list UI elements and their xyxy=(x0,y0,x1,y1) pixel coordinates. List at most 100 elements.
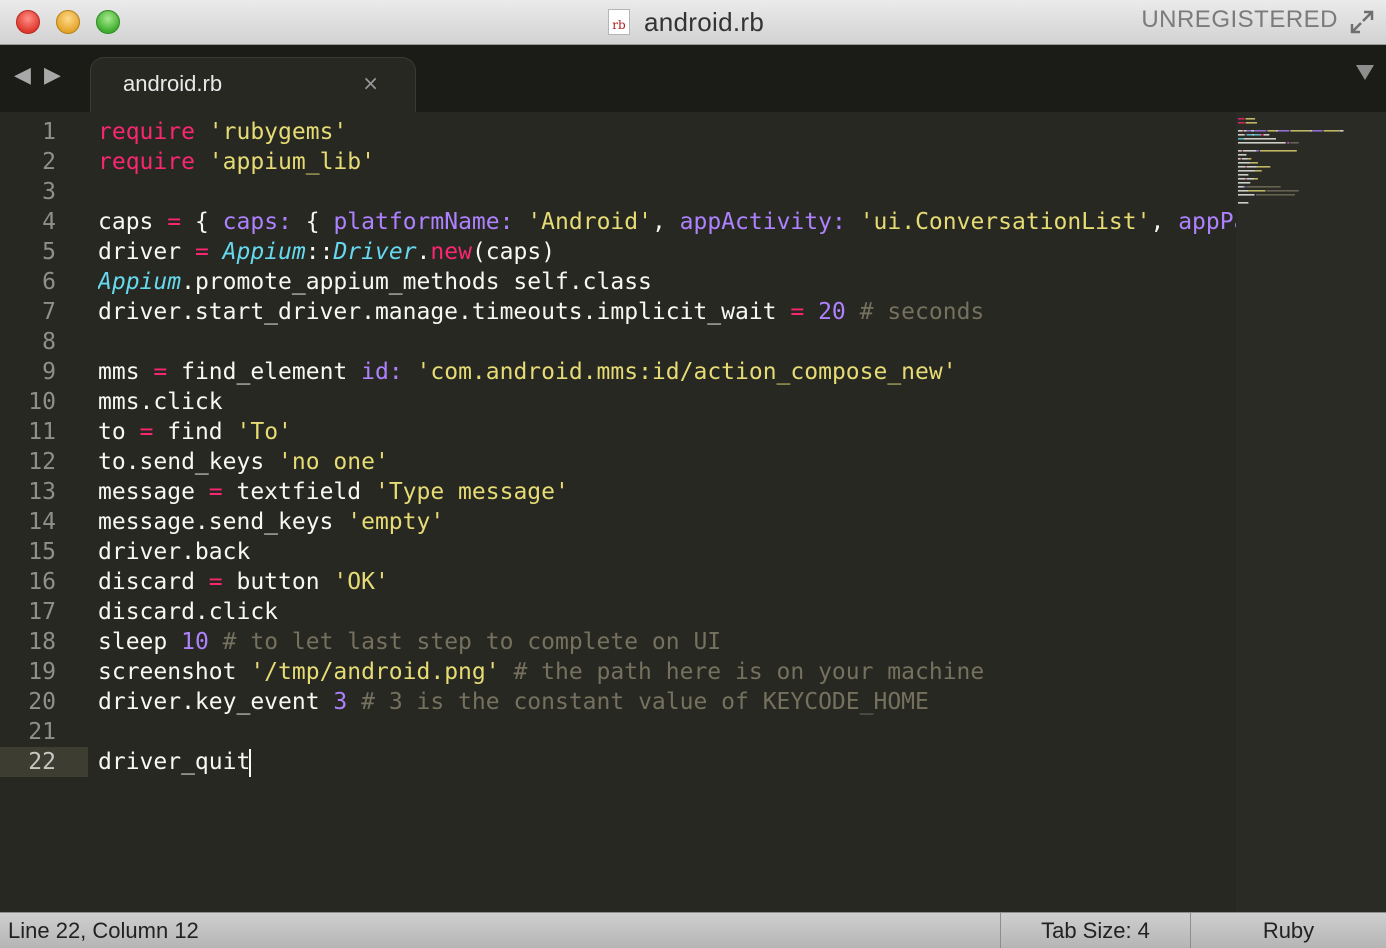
minimap-mark xyxy=(1246,186,1281,188)
code-line[interactable]: require 'rubygems' xyxy=(98,117,1236,147)
minimap[interactable] xyxy=(1236,112,1386,912)
code-line[interactable]: to = find 'To' xyxy=(98,417,1236,447)
code-line[interactable]: driver.back xyxy=(98,537,1236,567)
minimap-mark xyxy=(1276,130,1278,132)
code-line[interactable]: discard = button 'OK' xyxy=(98,567,1236,597)
minimap-mark xyxy=(1246,166,1257,168)
code-token: screenshot xyxy=(98,659,251,685)
tab-back-icon[interactable]: ◀ xyxy=(14,63,31,88)
code-line[interactable]: Appium.promote_appium_methods self.class xyxy=(98,267,1236,297)
minimap-mark xyxy=(1238,138,1244,140)
line-number: 10 xyxy=(28,389,56,415)
minimap-preview xyxy=(1238,118,1344,204)
line-number: 11 xyxy=(28,419,56,445)
minimap-mark xyxy=(1238,174,1249,176)
code-editor[interactable]: 1 2 3 4 5 6 7 8 9 10 11 12 13 14 15 16 17 18 19 20 21 22 requ… xyxy=(0,112,1386,912)
chevron-down-icon[interactable] xyxy=(1356,65,1374,80)
minimap-mark xyxy=(1245,118,1256,120)
code-token: driver.start_driver.manage.timeouts.impl… xyxy=(98,299,791,325)
cursor-position: Line 22, Column 12 xyxy=(8,918,199,943)
code-line[interactable]: message = textfield 'Type message' xyxy=(98,477,1236,507)
minimap-mark xyxy=(1250,162,1258,164)
line-number: 7 xyxy=(42,299,56,325)
minimap-mark xyxy=(1254,130,1267,132)
minimap-mark xyxy=(1245,122,1257,124)
minimize-window-icon[interactable] xyxy=(56,10,80,34)
syntax-selector[interactable]: Ruby xyxy=(1190,913,1386,948)
code-token: find xyxy=(153,419,237,445)
minimap-mark xyxy=(1238,162,1251,164)
code-line[interactable]: discard.click xyxy=(98,597,1236,627)
tab-size-selector[interactable]: Tab Size: 4 xyxy=(1000,913,1190,948)
line-number: 9 xyxy=(42,359,56,385)
tab-close-icon[interactable]: × xyxy=(362,71,379,95)
code-line[interactable]: message.send_keys 'empty' xyxy=(98,507,1236,537)
line-number: 5 xyxy=(42,239,56,265)
title-bar: rb android.rb UNREGISTERED xyxy=(0,0,1386,45)
code-line[interactable] xyxy=(98,327,1236,357)
code-token: (caps) xyxy=(471,239,556,265)
ruby-file-icon: rb xyxy=(608,9,630,35)
code-token: , xyxy=(1150,209,1179,235)
code-token: = xyxy=(208,569,223,595)
code-line[interactable]: screenshot '/tmp/android.png' # the path… xyxy=(98,657,1236,687)
minimap-mark xyxy=(1252,134,1255,136)
code-line[interactable]: driver.start_driver.manage.timeouts.impl… xyxy=(98,297,1236,327)
minimap-mark xyxy=(1246,134,1253,136)
text-cursor xyxy=(249,748,252,777)
code-line[interactable]: to.send_keys 'no one' xyxy=(98,447,1236,477)
code-line[interactable]: require 'appium_lib' xyxy=(98,147,1236,177)
code-token: 'rubygems' xyxy=(208,119,348,145)
minimap-mark xyxy=(1287,142,1290,144)
code-line[interactable]: caps = { caps: { platformName: 'Android'… xyxy=(98,207,1236,237)
code-line[interactable] xyxy=(98,177,1236,207)
status-bar: Line 22, Column 12 Tab Size: 4 Ruby xyxy=(0,912,1386,948)
line-number: 2 xyxy=(42,149,56,175)
code-line[interactable]: sleep 10 # to let last step to complete … xyxy=(98,627,1236,657)
minimap-mark xyxy=(1238,142,1286,144)
line-number: 14 xyxy=(28,509,56,535)
minimap-mark xyxy=(1238,118,1245,120)
minimap-mark xyxy=(1266,190,1299,192)
code-line[interactable]: driver_quit xyxy=(98,747,1236,777)
code-token: id: xyxy=(361,359,403,385)
code-line[interactable] xyxy=(98,717,1236,747)
minimap-mark xyxy=(1238,178,1246,180)
line-number: 20 xyxy=(28,689,56,715)
close-window-icon[interactable] xyxy=(16,10,40,34)
code-token: 3 xyxy=(333,689,348,715)
minimap-mark xyxy=(1290,142,1299,144)
code-line[interactable]: driver = Appium::Driver.new(caps) xyxy=(98,237,1236,267)
code-line[interactable]: driver.key_event 3 # 3 is the constant v… xyxy=(98,687,1236,717)
tab-android-rb[interactable]: android.rb × xyxy=(90,57,416,113)
code-line[interactable]: mms.click xyxy=(98,387,1236,417)
minimap-mark xyxy=(1323,130,1340,132)
minimap-mark xyxy=(1248,190,1266,192)
minimap-mark xyxy=(1246,130,1252,132)
minimap-mark xyxy=(1259,150,1297,152)
code-token: , xyxy=(651,209,680,235)
minimap-mark xyxy=(1254,178,1258,180)
minimap-mark xyxy=(1243,138,1276,140)
minimap-mark xyxy=(1267,130,1276,132)
tab-label: android.rb xyxy=(123,71,223,96)
code-token: driver xyxy=(98,239,195,265)
line-number: 22 xyxy=(0,747,88,777)
zoom-window-icon[interactable] xyxy=(96,10,120,34)
minimap-mark xyxy=(1245,166,1247,168)
fullscreen-icon[interactable] xyxy=(1348,8,1376,36)
code-area[interactable]: require 'rubygems' require 'appium_lib'ca… xyxy=(98,117,1236,777)
code-token: .promote_appium_methods self.class xyxy=(181,269,652,295)
code-token: = xyxy=(790,299,805,325)
line-number: 16 xyxy=(28,569,56,595)
code-line[interactable]: mms = find_element id: 'com.android.mms:… xyxy=(98,357,1236,387)
minimap-mark xyxy=(1259,134,1261,136)
minimap-mark xyxy=(1260,134,1264,136)
line-number: 6 xyxy=(42,269,56,295)
tab-forward-icon[interactable]: ▶ xyxy=(44,63,61,88)
line-number: 8 xyxy=(42,329,56,355)
